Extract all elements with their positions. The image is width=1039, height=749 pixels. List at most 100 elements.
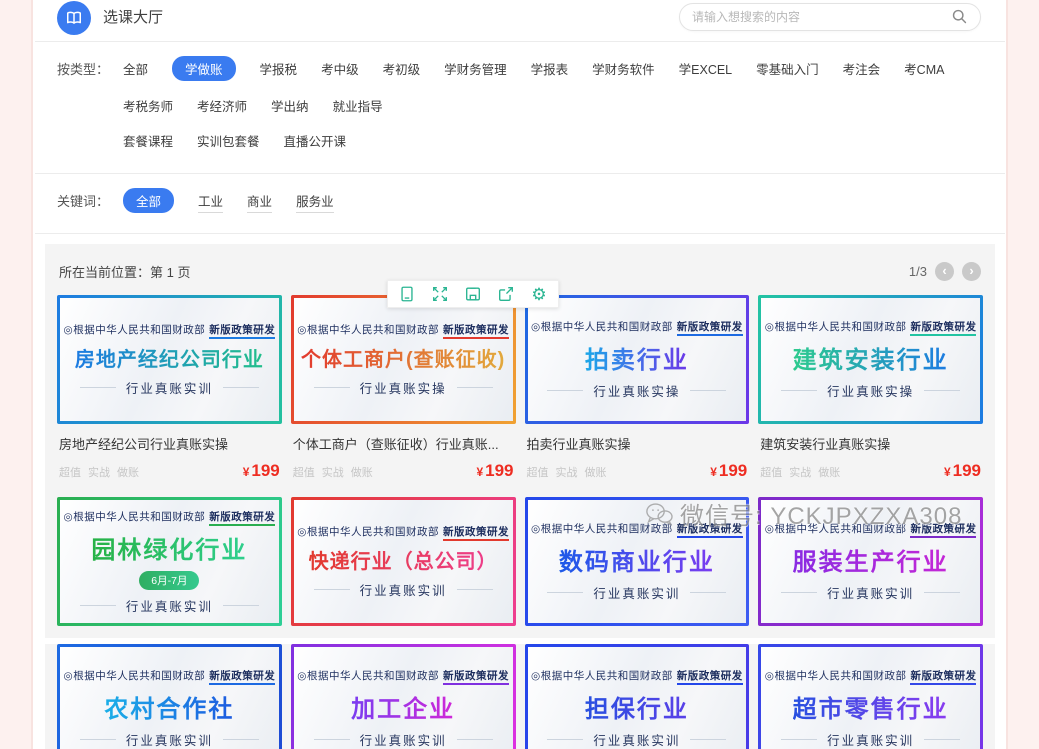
course-name-link[interactable]: 建筑安装行业真账实操 bbox=[760, 434, 981, 453]
filter-tag[interactable]: 直播公开课 bbox=[284, 128, 347, 153]
filter-tag[interactable]: 套餐课程 bbox=[123, 128, 173, 153]
prev-page-button[interactable]: ‹ bbox=[935, 262, 954, 281]
course-card-cover[interactable]: ◎根据中华人民共和国财政部新版政策研发 快递行业（总公司） 行业真账实训 bbox=[291, 497, 516, 626]
course-card[interactable]: ◎根据中华人民共和国财政部新版政策研发 房地产经纪公司行业 行业真账实训 房地产… bbox=[57, 295, 282, 487]
filter-tag[interactable]: 就业指导 bbox=[333, 93, 383, 118]
window-capture-icon[interactable] bbox=[397, 284, 417, 304]
filter-tag[interactable]: 学EXCEL bbox=[679, 56, 733, 81]
book-icon bbox=[57, 1, 91, 35]
course-card-info: 房地产经纪公司行业真账实操 超值实战做账 ¥199 bbox=[57, 424, 282, 487]
card-policy-badge: ◎根据中华人民共和国财政部新版政策研发 bbox=[64, 668, 276, 683]
card-subtitle: 行业真账实训 bbox=[781, 730, 960, 749]
page-title: 选课大厅 bbox=[103, 6, 163, 27]
filter-tag[interactable]: 考初级 bbox=[383, 56, 421, 81]
search-icon[interactable] bbox=[951, 8, 968, 25]
wechat-icon bbox=[644, 501, 674, 527]
filter-tag[interactable]: 学财务软件 bbox=[592, 56, 655, 81]
filter-tag[interactable]: 学出纳 bbox=[271, 93, 309, 118]
card-subtitle: 行业真账实训 bbox=[314, 580, 493, 599]
keyword-filter-label: 关键词： bbox=[57, 188, 109, 223]
filter-tag[interactable]: 学报表 bbox=[531, 56, 569, 81]
header: 选课大厅 bbox=[35, 0, 1005, 42]
share-icon[interactable] bbox=[496, 284, 516, 304]
next-page-button[interactable]: › bbox=[962, 262, 981, 281]
card-subtitle: 行业真账实操 bbox=[781, 381, 960, 400]
filter-tag[interactable]: 学财务管理 bbox=[444, 56, 507, 81]
card-policy-badge: ◎根据中华人民共和国财政部新版政策研发 bbox=[297, 668, 509, 683]
watermark-text: 微信号: YCKJPXZXA308 bbox=[680, 496, 962, 531]
filter-tag[interactable]: 零基础入门 bbox=[756, 56, 819, 81]
course-card-cover[interactable]: ◎根据中华人民共和国财政部新版政策研发 房地产经纪公司行业 行业真账实训 bbox=[57, 295, 282, 424]
course-name-link[interactable]: 个体工商户（查账征收）行业真账... bbox=[293, 434, 514, 453]
course-card[interactable]: ◎根据中华人民共和国财政部新版政策研发 拍卖行业 行业真账实操 拍卖行业真账实操… bbox=[525, 295, 750, 487]
filter-tag[interactable]: 服务业 bbox=[296, 188, 334, 213]
card-subtitle: 行业真账实操 bbox=[314, 378, 493, 397]
course-tags: 超值实战做账 bbox=[760, 464, 840, 480]
filter-tag[interactable]: 实训包套餐 bbox=[197, 128, 260, 153]
course-card-cover[interactable]: ◎根据中华人民共和国财政部新版政策研发 农村合作社 行业真账实训 bbox=[57, 644, 282, 749]
pagination: 1/3 ‹ › bbox=[909, 262, 981, 281]
card-policy-badge: ◎根据中华人民共和国财政部新版政策研发 bbox=[531, 668, 743, 683]
course-card-cover[interactable]: ◎根据中华人民共和国财政部新版政策研发 建筑安装行业 行业真账实操 bbox=[758, 295, 983, 424]
filter-tag[interactable]: 全部 bbox=[123, 56, 148, 81]
course-card[interactable]: ◎根据中华人民共和国财政部新版政策研发 超市零售行业 行业真账实训 超市零售行业… bbox=[758, 644, 983, 749]
card-industry-title: 服装生产行业 bbox=[793, 542, 949, 577]
filter-tag[interactable]: 考中级 bbox=[321, 56, 359, 81]
filter-tag[interactable]: 学报税 bbox=[260, 56, 298, 81]
card-industry-title: 担保行业 bbox=[585, 689, 689, 724]
course-name-link[interactable]: 拍卖行业真账实操 bbox=[527, 434, 748, 453]
course-card-cover[interactable]: ◎根据中华人民共和国财政部新版政策研发 个体工商户(查账征收) 行业真账实操 bbox=[291, 295, 516, 424]
course-card[interactable]: ◎根据中华人民共和国财政部新版政策研发 快递行业（总公司） 行业真账实训 bbox=[291, 497, 516, 626]
course-card-info: 个体工商户（查账征收）行业真账... 超值实战做账 ¥199 bbox=[291, 424, 516, 487]
filter-tag[interactable]: 工业 bbox=[198, 188, 223, 213]
card-industry-title: 农村合作社 bbox=[104, 689, 234, 724]
course-grid-row-1: ◎根据中华人民共和国财政部新版政策研发 房地产经纪公司行业 行业真账实训 房地产… bbox=[57, 295, 983, 487]
save-icon[interactable] bbox=[463, 284, 483, 304]
type-tags-row-1: 全部学做账学报税考中级考初级学财务管理学报表学财务软件学EXCEL 零基础入门考注… bbox=[123, 56, 981, 118]
card-policy-badge: ◎根据中华人民共和国财政部新版政策研发 bbox=[64, 322, 276, 337]
course-name-link[interactable]: 房地产经纪公司行业真账实操 bbox=[59, 434, 280, 453]
settings-icon[interactable]: ⚙ bbox=[529, 284, 549, 304]
card-industry-title: 建筑安装行业 bbox=[793, 340, 949, 375]
card-policy-badge: ◎根据中华人民共和国财政部新版政策研发 bbox=[531, 319, 743, 334]
filter-tag[interactable]: 商业 bbox=[247, 188, 272, 213]
left-margin-strip bbox=[0, 0, 33, 749]
course-card[interactable]: ◎根据中华人民共和国财政部新版政策研发 建筑安装行业 行业真账实操 建筑安装行业… bbox=[758, 295, 983, 487]
search-input[interactable] bbox=[692, 10, 951, 24]
filter-tag[interactable]: 考CMA bbox=[904, 56, 944, 81]
course-card-cover[interactable]: ◎根据中华人民共和国财政部新版政策研发 拍卖行业 行业真账实操 bbox=[525, 295, 750, 424]
filter-tag[interactable]: 考税务师 bbox=[123, 93, 173, 118]
course-card[interactable]: ◎根据中华人民共和国财政部新版政策研发 园林绿化行业 6月-7月 行业真账实训 bbox=[57, 497, 282, 626]
filter-tag[interactable]: 学做账 bbox=[172, 56, 236, 81]
card-subtitle: 行业真账实训 bbox=[781, 583, 960, 602]
course-tags: 超值实战做账 bbox=[293, 464, 373, 480]
course-tags: 超值实战做账 bbox=[59, 464, 139, 480]
card-industry-title: 园林绿化行业 bbox=[91, 530, 247, 565]
course-price: ¥199 bbox=[476, 461, 513, 481]
course-card-cover[interactable]: ◎根据中华人民共和国财政部新版政策研发 园林绿化行业 6月-7月 行业真账实训 bbox=[57, 497, 282, 626]
course-card-cover[interactable]: ◎根据中华人民共和国财政部新版政策研发 担保行业 行业真账实训 bbox=[525, 644, 750, 749]
card-industry-title: 数码商业行业 bbox=[559, 542, 715, 577]
course-card[interactable]: ◎根据中华人民共和国财政部新版政策研发 个体工商户(查账征收) 行业真账实操 个… bbox=[291, 295, 516, 487]
card-industry-title: 房地产经纪公司行业 bbox=[75, 343, 264, 372]
card-industry-title: 拍卖行业 bbox=[585, 340, 689, 375]
filter-tag[interactable]: 考注会 bbox=[843, 56, 881, 81]
course-hall-page: 选课大厅 按类型： 全部学做账学报税考中级考初级学财务管理学报表学财务软件学EX… bbox=[35, 0, 1005, 749]
course-card[interactable]: ◎根据中华人民共和国财政部新版政策研发 加工企业 行业真账实训 加工企业行业会计… bbox=[291, 644, 516, 749]
course-card[interactable]: ◎根据中华人民共和国财政部新版政策研发 农村合作社 行业真账实训 农村合作社行业… bbox=[57, 644, 282, 749]
search-box[interactable] bbox=[679, 3, 981, 31]
filter-tag[interactable]: 全部 bbox=[123, 188, 174, 213]
course-card-cover[interactable]: ◎根据中华人民共和国财政部新版政策研发 超市零售行业 行业真账实训 bbox=[758, 644, 983, 749]
course-card[interactable]: ◎根据中华人民共和国财政部新版政策研发 担保行业 行业真账实训 担保行业真账实操… bbox=[525, 644, 750, 749]
card-industry-title: 个体工商户(查账征收) bbox=[301, 343, 505, 372]
card-industry-title: 加工企业 bbox=[351, 689, 455, 724]
filter-tag[interactable]: 考经济师 bbox=[197, 93, 247, 118]
watermark: 微信号: YCKJPXZXA308 bbox=[644, 496, 962, 531]
capture-toolbar: ⚙ bbox=[387, 280, 559, 308]
course-card-cover[interactable]: ◎根据中华人民共和国财政部新版政策研发 加工企业 行业真账实训 bbox=[291, 644, 516, 749]
current-position-text: 所在当前位置：第 1 页 bbox=[59, 262, 190, 281]
expand-icon[interactable] bbox=[430, 284, 450, 304]
card-policy-badge: ◎根据中华人民共和国财政部新版政策研发 bbox=[64, 509, 276, 524]
course-price: ¥199 bbox=[944, 461, 981, 481]
type-filter-section: 按类型： 全部学做账学报税考中级考初级学财务管理学报表学财务软件学EXCEL零基… bbox=[35, 42, 1005, 174]
